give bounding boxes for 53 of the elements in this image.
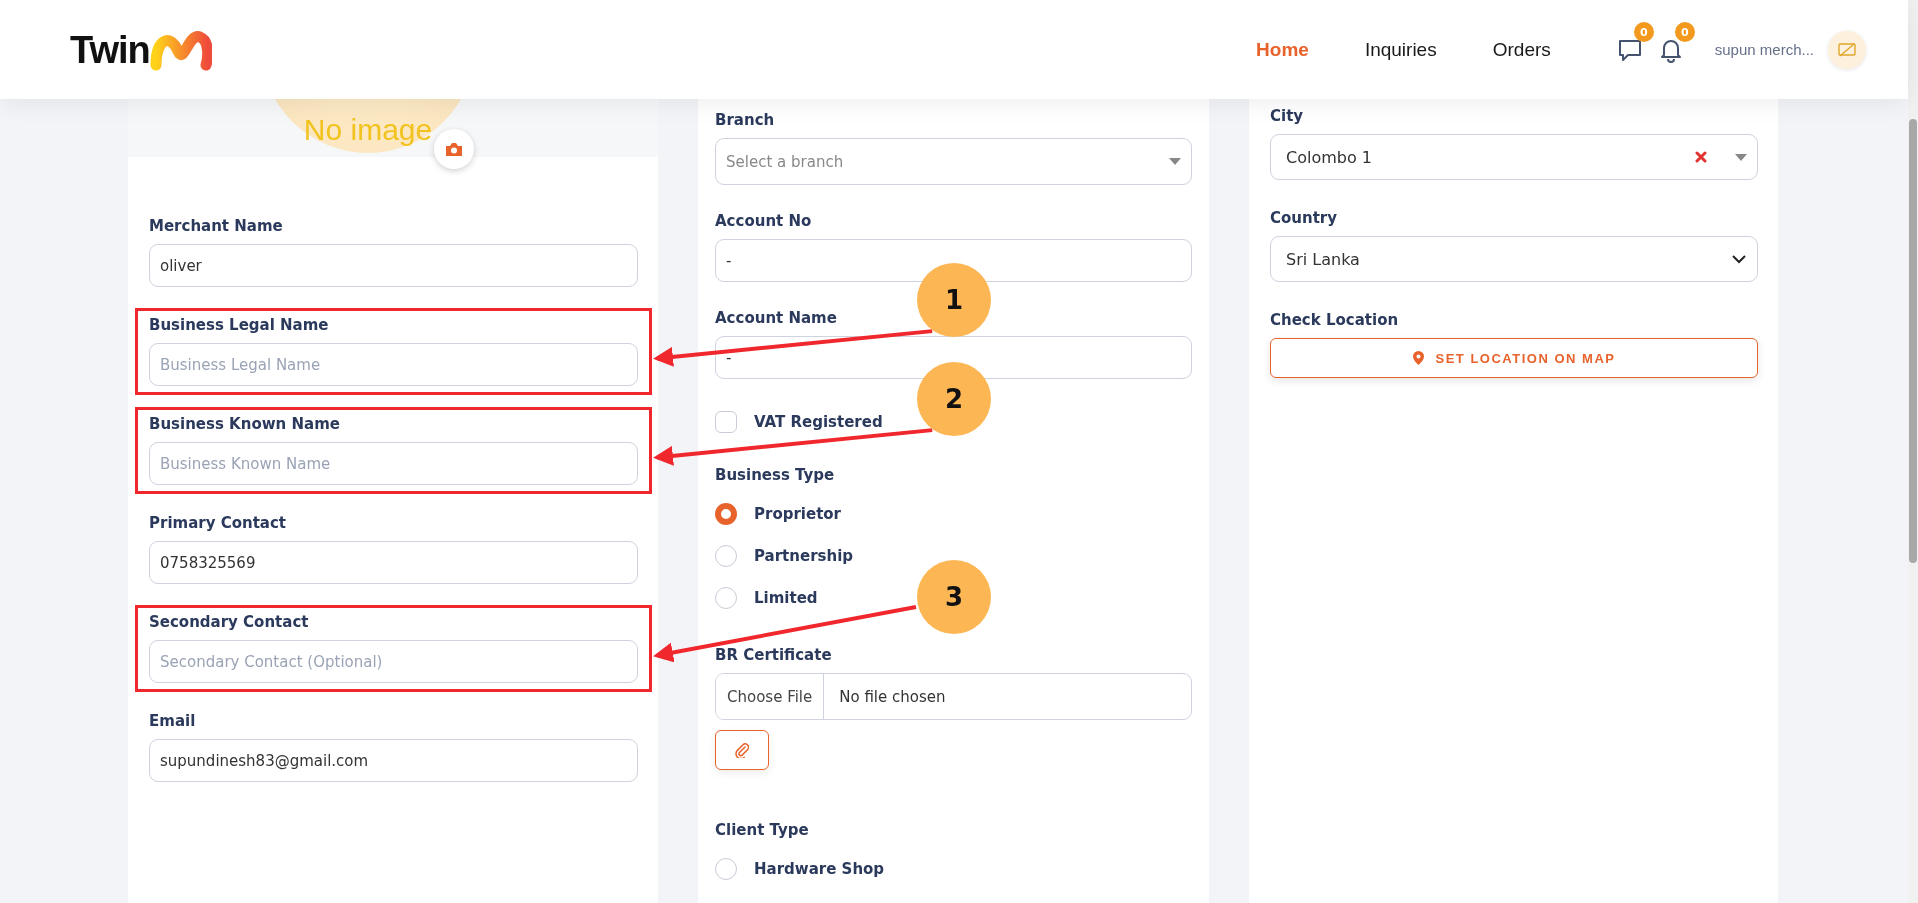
- chevron-down-icon: [1731, 254, 1747, 264]
- field-label: Account No: [715, 211, 813, 231]
- callout-number: 1: [944, 285, 964, 315]
- input-field[interactable]: 0758325569: [149, 541, 638, 584]
- callout-number: 3: [944, 582, 964, 612]
- callout-number: 2: [944, 384, 964, 414]
- radio-label: Partnership: [754, 547, 854, 565]
- field-label: Secondary Contact: [149, 612, 310, 632]
- input-field[interactable]: -: [715, 336, 1192, 379]
- file-input[interactable]: Choose File No file chosen: [715, 673, 1192, 720]
- field-label: Primary Contact: [149, 513, 288, 533]
- radio-button[interactable]: [715, 503, 737, 525]
- no-image-text: No image: [303, 113, 433, 147]
- checkbox[interactable]: [715, 411, 737, 433]
- field-label: Client Type: [715, 820, 810, 840]
- field-label: Merchant Name: [149, 216, 284, 236]
- user-name[interactable]: supun merch...: [1714, 41, 1814, 58]
- user-avatar[interactable]: [1828, 30, 1866, 69]
- count-badge: 0: [1674, 22, 1695, 42]
- logo-text: Twin: [70, 28, 150, 71]
- checkbox-label: VAT Registered: [754, 413, 883, 431]
- caret-icon: [1735, 153, 1747, 161]
- paperclip-icon: [735, 742, 749, 758]
- scrollbar[interactable]: [1908, 0, 1918, 903]
- field-label: Email: [149, 711, 197, 731]
- radio-label: Hardware Shop: [754, 860, 885, 878]
- logo-mark-icon: [149, 28, 212, 71]
- no-image-icon: [1838, 42, 1856, 57]
- field-label: Country: [1270, 208, 1339, 228]
- field-label: BR Certificate: [715, 645, 833, 665]
- field-label: Business Legal Name: [149, 315, 330, 335]
- location-pin-icon: [1412, 351, 1424, 365]
- select-field[interactable]: Select a branch: [715, 138, 1192, 185]
- caret-icon: [1169, 158, 1181, 165]
- field-label: Business Known Name: [149, 414, 341, 434]
- select-field[interactable]: Colombo 1: [1270, 134, 1758, 180]
- field-label: Business Type: [715, 465, 836, 485]
- camera-icon: [445, 141, 463, 157]
- camera-button[interactable]: [434, 129, 474, 169]
- field-label: Account Name: [715, 308, 838, 328]
- input-field[interactable]: oliver: [149, 244, 638, 287]
- nav-link[interactable]: Inquiries: [1364, 38, 1437, 61]
- radio-label: Limited: [754, 589, 818, 607]
- field-label: Check Location: [1270, 310, 1400, 330]
- input-field[interactable]: -: [715, 239, 1192, 282]
- field-label: City: [1270, 106, 1305, 126]
- radio-label: Proprietor: [754, 505, 842, 523]
- nav-link[interactable]: Orders: [1492, 38, 1551, 61]
- attach-button[interactable]: [715, 730, 769, 770]
- dropdown-field[interactable]: Sri Lanka: [1270, 236, 1758, 282]
- field-label: Branch: [715, 110, 776, 130]
- input-field[interactable]: supundinesh83@gmail.com: [149, 739, 638, 782]
- count-badge: 0: [1633, 22, 1654, 42]
